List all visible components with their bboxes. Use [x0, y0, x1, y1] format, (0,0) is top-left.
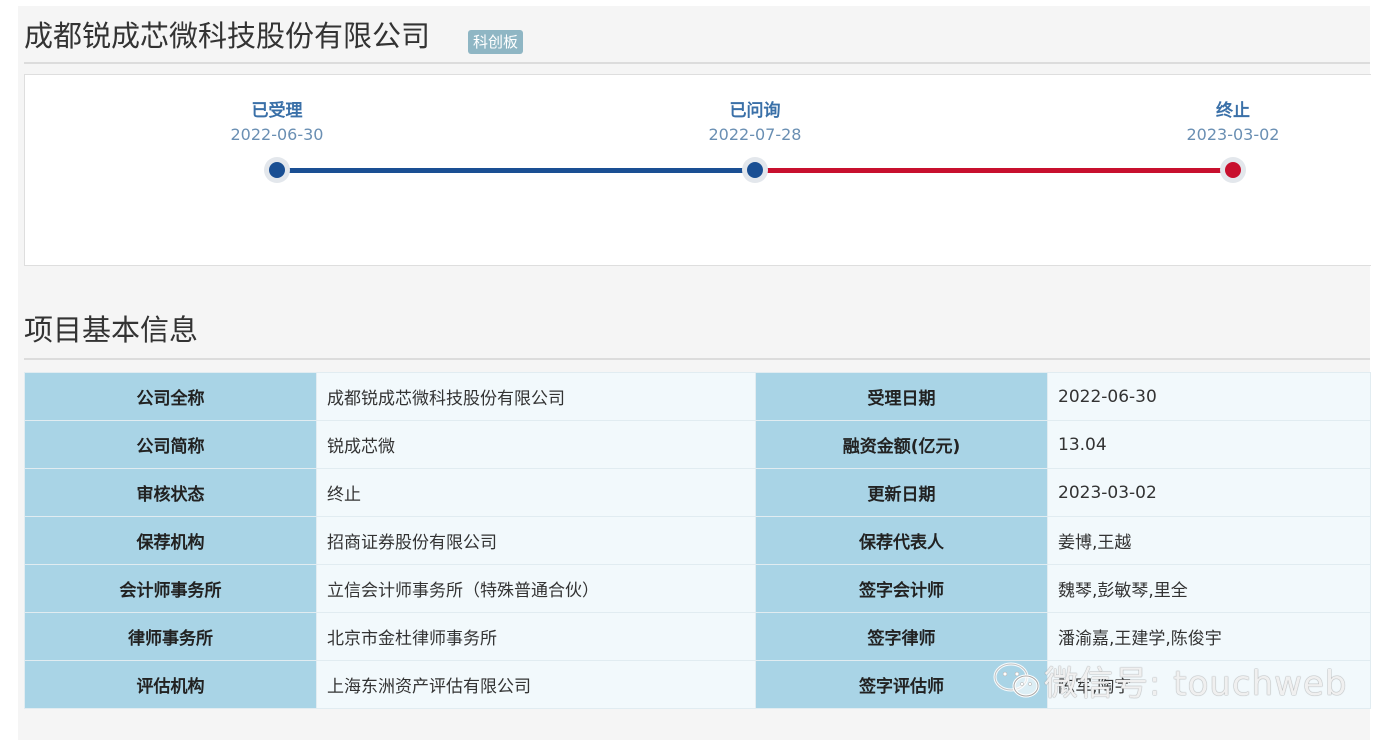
- field-label: 签字会计师: [755, 564, 1048, 613]
- field-value: 陈军,陶宇: [1047, 660, 1371, 709]
- company-title: 成都锐成芯微科技股份有限公司: [24, 19, 431, 53]
- field-value: 上海东洲资产评估有限公司: [316, 660, 756, 709]
- timeline-step-accepted: 已受理 2022-06-30: [207, 99, 347, 147]
- table-row: 公司简称 锐成芯微 融资金额(亿元) 13.04: [24, 420, 1371, 469]
- timeline-step-date: 2022-07-28: [708, 125, 802, 144]
- field-label: 更新日期: [755, 468, 1048, 517]
- project-info-table: 公司全称 成都锐成芯微科技股份有限公司 受理日期 2022-06-30 公司简称…: [24, 372, 1371, 709]
- field-value: 北京市金杜律师事务所: [316, 612, 756, 661]
- field-label: 公司全称: [24, 372, 317, 421]
- timeline-step-date: 2023-03-02: [1186, 125, 1280, 144]
- table-row: 会计师事务所 立信会计师事务所（特殊普通合伙） 签字会计师 魏琴,彭敏琴,里全: [24, 564, 1371, 613]
- table-row: 公司全称 成都锐成芯微科技股份有限公司 受理日期 2022-06-30: [24, 372, 1371, 421]
- field-value: 魏琴,彭敏琴,里全: [1047, 564, 1371, 613]
- timeline-segment-completed: [277, 168, 755, 173]
- timeline-dot-inquired: [747, 162, 763, 178]
- field-label: 受理日期: [755, 372, 1048, 421]
- field-label: 签字律师: [755, 612, 1048, 661]
- board-badge: 科创板: [468, 30, 524, 54]
- section-title: 项目基本信息: [24, 313, 199, 347]
- field-value: 姜博,王越: [1047, 516, 1371, 565]
- field-label: 保荐机构: [24, 516, 317, 565]
- table-row: 评估机构 上海东洲资产评估有限公司 签字评估师 陈军,陶宇: [24, 660, 1371, 709]
- field-value: 13.04: [1047, 420, 1371, 469]
- field-value: 潘渝嘉,王建学,陈俊宇: [1047, 612, 1371, 661]
- field-value: 2022-06-30: [1047, 372, 1371, 421]
- field-label: 律师事务所: [24, 612, 317, 661]
- timeline-step-name: 已问询: [729, 101, 781, 121]
- field-label: 会计师事务所: [24, 564, 317, 613]
- field-value: 2023-03-02: [1047, 468, 1371, 517]
- field-value: 成都锐成芯微科技股份有限公司: [316, 372, 756, 421]
- progress-timeline: 已受理 2022-06-30 已问询 2022-07-28 终止 2023-03…: [24, 74, 1371, 266]
- section-header: 项目基本信息: [24, 304, 1370, 360]
- table-row: 保荐机构 招商证券股份有限公司 保荐代表人 姜博,王越: [24, 516, 1371, 565]
- field-label: 融资金额(亿元): [755, 420, 1048, 469]
- timeline-step-name: 终止: [1216, 101, 1250, 121]
- timeline-step-inquired: 已问询 2022-07-28: [685, 99, 825, 147]
- field-label: 审核状态: [24, 468, 317, 517]
- field-value: 锐成芯微: [316, 420, 756, 469]
- field-label: 评估机构: [24, 660, 317, 709]
- timeline-step-date: 2022-06-30: [230, 125, 324, 144]
- timeline-dot-accepted: [269, 162, 285, 178]
- field-value: 终止: [316, 468, 756, 517]
- table-row: 律师事务所 北京市金杜律师事务所 签字律师 潘渝嘉,王建学,陈俊宇: [24, 612, 1371, 661]
- timeline-step-name: 已受理: [251, 101, 303, 121]
- field-label: 签字评估师: [755, 660, 1048, 709]
- table-row: 审核状态 终止 更新日期 2023-03-02: [24, 468, 1371, 517]
- page-container: 成都锐成芯微科技股份有限公司 科创板 已受理 2022-06-30 已问询 20…: [18, 6, 1371, 740]
- timeline-segment-terminated: [755, 168, 1233, 173]
- timeline-step-terminated: 终止 2023-03-02: [1163, 99, 1303, 147]
- field-value: 立信会计师事务所（特殊普通合伙）: [316, 564, 756, 613]
- field-value: 招商证券股份有限公司: [316, 516, 756, 565]
- field-label: 保荐代表人: [755, 516, 1048, 565]
- header: 成都锐成芯微科技股份有限公司 科创板: [24, 14, 1370, 64]
- field-label: 公司简称: [24, 420, 317, 469]
- timeline-dot-terminated: [1225, 162, 1241, 178]
